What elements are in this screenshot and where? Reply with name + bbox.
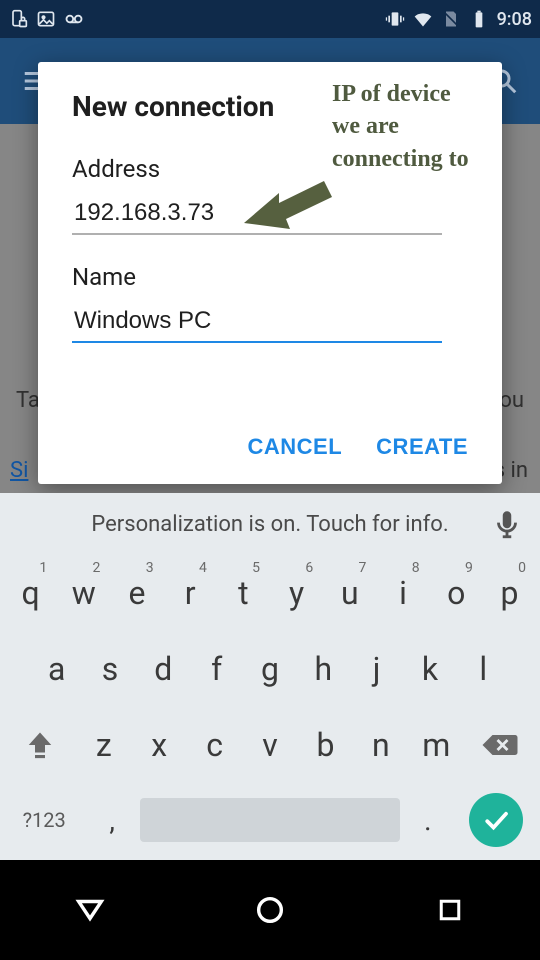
enter-key[interactable] [456,793,536,847]
key-hint: 3 [146,560,154,576]
key-hint: 6 [305,560,313,576]
key-hint: 5 [252,560,260,576]
key-v[interactable]: v [242,726,297,764]
key-r[interactable]: r4 [164,574,217,612]
key-z[interactable]: z [76,726,131,764]
picture-icon [36,9,56,29]
key-n[interactable]: n [353,726,408,764]
key-hint: 9 [465,560,473,576]
battery-icon [469,9,489,29]
key-c[interactable]: c [187,726,242,764]
key-t[interactable]: t5 [217,574,270,612]
symbols-key[interactable]: ?123 [4,808,84,832]
screen: 9:08 Ta ou Si s in New connection Addres… [0,0,540,960]
voicemail-icon [64,9,84,29]
key-hint: 2 [93,560,101,576]
phone-lock-icon [8,9,28,29]
create-button[interactable]: CREATE [376,434,468,460]
key-i[interactable]: i8 [376,574,429,612]
key-o[interactable]: o9 [430,574,483,612]
suggestion-text: Personalization is on. Touch for info. [91,512,448,537]
keyboard-row-3: zxcvbnm [0,707,540,783]
keyboard-row-1: q1w2e3r4t5y6u7i8o9p0 [0,555,540,631]
vibrate-icon [385,9,405,29]
keyboard: Personalization is on. Touch for info. q… [0,493,540,860]
key-p[interactable]: p0 [483,574,536,612]
dialog-title: New connection [72,90,468,123]
key-l[interactable]: l [457,650,510,688]
shift-key[interactable] [4,728,76,762]
home-button[interactable] [240,880,300,940]
key-a[interactable]: a [30,650,83,688]
cancel-button[interactable]: CANCEL [248,434,343,460]
key-hint: 0 [518,560,526,576]
key-s[interactable]: s [83,650,136,688]
keyboard-row-2: asdfghjkl [0,631,540,707]
key-w[interactable]: w2 [57,574,110,612]
suggestion-bar[interactable]: Personalization is on. Touch for info. [0,493,540,555]
mic-icon[interactable] [490,507,524,541]
key-f[interactable]: f [190,650,243,688]
key-j[interactable]: j [350,650,403,688]
key-e[interactable]: e3 [110,574,163,612]
key-q[interactable]: q1 [4,574,57,612]
name-input[interactable] [72,301,442,343]
dialog-actions: CANCEL CREATE [248,434,469,460]
address-input[interactable] [72,193,442,235]
key-y[interactable]: y6 [270,574,323,612]
statusbar: 9:08 [0,0,540,38]
key-d[interactable]: d [137,650,190,688]
back-button[interactable] [60,880,120,940]
status-time: 9:08 [497,9,532,30]
wifi-icon [413,9,433,29]
status-right: 9:08 [385,9,532,30]
key-m[interactable]: m [409,726,464,764]
no-sim-icon [441,9,461,29]
key-u[interactable]: u7 [323,574,376,612]
keyboard-row-4: ?123 , . [0,783,540,857]
key-hint: 8 [412,560,420,576]
comma-key[interactable]: , [84,804,140,837]
period-key[interactable]: . [400,804,456,837]
name-label: Name [72,263,468,291]
key-g[interactable]: g [243,650,296,688]
status-left [8,9,84,29]
key-b[interactable]: b [298,726,353,764]
key-hint: 7 [359,560,367,576]
key-hint: 4 [199,560,207,576]
new-connection-dialog: New connection Address Name CANCEL CREAT… [38,62,502,484]
key-h[interactable]: h [297,650,350,688]
backspace-key[interactable] [464,730,536,760]
key-hint: 1 [39,560,47,576]
key-x[interactable]: x [131,726,186,764]
key-k[interactable]: k [403,650,456,688]
address-label: Address [72,155,468,183]
navbar [0,860,540,960]
space-key[interactable] [140,798,400,842]
recents-button[interactable] [420,880,480,940]
